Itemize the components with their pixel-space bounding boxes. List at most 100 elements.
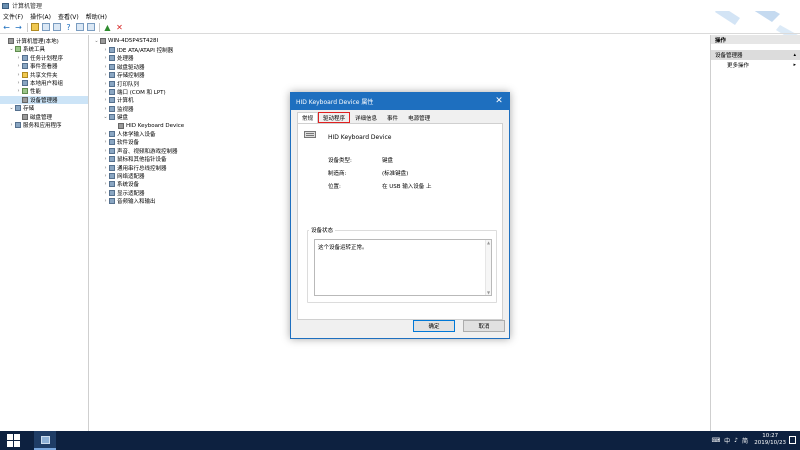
device-category[interactable]: ⌄ 键盘 <box>103 113 128 121</box>
expand-right-icon[interactable]: › <box>103 47 108 53</box>
tree-item[interactable]: 计算机管理(本地) <box>0 37 88 45</box>
device-status-textbox[interactable]: 这个设备运转正常。 ▲ ▼ <box>314 239 492 296</box>
forward-arrow-icon[interactable]: → <box>14 23 23 32</box>
device-category[interactable]: › 打印队列 <box>103 80 139 88</box>
expand-right-icon[interactable]: › <box>16 72 21 78</box>
keyboard-tray-icon[interactable]: ⌨ <box>711 437 720 444</box>
show-hide-tree-icon[interactable] <box>42 23 50 31</box>
clock[interactable]: 10:27 2019/10/23 <box>754 433 786 447</box>
help-icon[interactable]: ? <box>64 23 73 32</box>
device-category[interactable]: › 声音、视频和游戏控制器 <box>103 147 178 155</box>
expand-down-icon[interactable]: ⌄ <box>9 105 14 111</box>
cancel-button[interactable]: 取消 <box>463 320 505 332</box>
device-category[interactable]: › 人体学输入设备 <box>103 130 156 138</box>
expand-right-icon[interactable]: › <box>103 55 108 61</box>
tree-item[interactable]: › 本地用户和组 <box>0 79 88 87</box>
input-mode-simplified[interactable]: 简 <box>742 436 748 445</box>
device-category[interactable]: › 音频输入和输出 <box>103 197 156 205</box>
device-tree-root[interactable]: ⌄ WIN-4D5P4ST428I <box>94 37 158 45</box>
properties-icon[interactable] <box>53 23 61 31</box>
menu-action[interactable]: 操作(A) <box>30 12 51 21</box>
back-arrow-icon[interactable]: ← <box>2 23 11 32</box>
monitor-icon[interactable] <box>87 23 95 31</box>
notification-icon[interactable] <box>789 436 796 444</box>
device-category[interactable]: › 磁盘驱动器 <box>103 63 145 71</box>
expand-right-icon[interactable]: › <box>16 63 21 69</box>
ok-button[interactable]: 确定 <box>413 320 455 332</box>
status-scrollbar[interactable]: ▲ ▼ <box>485 240 491 295</box>
expand-down-icon[interactable]: ⌄ <box>9 46 14 52</box>
expand-right-icon[interactable]: › <box>103 131 108 137</box>
dialog-title-bar: HID Keyboard Device 属性 ✕ <box>291 93 509 110</box>
expand-right-icon[interactable]: › <box>103 81 108 87</box>
collapse-caret-icon[interactable]: ▴ <box>793 52 796 58</box>
tab-events[interactable]: 事件 <box>382 112 403 123</box>
expand-right-icon[interactable]: › <box>103 89 108 95</box>
expand-right-icon[interactable]: › <box>16 55 21 61</box>
device-category[interactable]: › IDE ATA/ATAPI 控制器 <box>103 46 173 54</box>
actions-section-device-manager[interactable]: 设备管理器 ▴ <box>711 50 800 60</box>
menu-file[interactable]: 文件(F) <box>3 12 23 21</box>
scroll-up-icon[interactable]: ▲ <box>487 240 490 245</box>
tab-general[interactable]: 常规 <box>297 112 319 123</box>
device-category[interactable]: › 监视器 <box>103 105 134 113</box>
console-icon[interactable] <box>76 23 84 31</box>
device-category[interactable]: › 系统设备 <box>103 180 139 188</box>
device-category[interactable]: › 计算机 <box>103 96 134 104</box>
device-category[interactable]: › 通用串行总线控制器 <box>103 164 167 172</box>
tree-item[interactable]: › 共享文件夹 <box>0 71 88 79</box>
tree-item[interactable]: 设备管理器 <box>0 95 88 104</box>
users-icon <box>22 80 28 86</box>
device-status-group: 这个设备运转正常。 ▲ ▼ <box>307 230 497 303</box>
expand-right-icon[interactable]: › <box>103 72 108 78</box>
expand-right-icon[interactable]: › <box>103 139 108 145</box>
update-driver-icon[interactable]: ▲ <box>103 23 112 32</box>
expand-right-icon[interactable]: › <box>103 198 108 204</box>
close-icon[interactable]: ✕ <box>494 96 504 106</box>
device-category[interactable]: › 处理器 <box>103 54 134 62</box>
tab-details[interactable]: 详细信息 <box>350 112 382 123</box>
expand-right-icon[interactable]: › <box>103 190 108 196</box>
expand-right-icon[interactable]: › <box>103 97 108 103</box>
volume-icon[interactable]: ♪ <box>734 437 738 444</box>
tree-item[interactable]: › 事件查看器 <box>0 62 88 70</box>
menu-view[interactable]: 查看(V) <box>58 12 79 21</box>
expand-right-icon[interactable]: › <box>103 165 108 171</box>
manufacturer-label: 制造商: <box>328 171 347 177</box>
tree-item[interactable]: ⌄ 系统工具 <box>0 45 88 53</box>
expand-right-icon[interactable]: › <box>103 156 108 162</box>
tab-driver[interactable]: 驱动程序 <box>318 112 351 123</box>
device-category[interactable]: › 端口 (COM 和 LPT) <box>103 88 166 96</box>
scroll-down-icon[interactable]: ▼ <box>487 290 490 295</box>
expand-right-icon[interactable]: › <box>103 106 108 112</box>
device-category[interactable]: › 软件设备 <box>103 138 139 146</box>
input-mode-chinese[interactable]: 中 <box>724 436 730 445</box>
menu-help[interactable]: 帮助(H) <box>86 12 107 21</box>
tree-item-label: 存储 <box>23 106 35 113</box>
tree-item[interactable]: › 任务计划程序 <box>0 54 88 62</box>
expand-down-icon[interactable]: ⌄ <box>94 38 99 44</box>
expand-right-icon[interactable]: › <box>16 80 21 86</box>
expand-right-icon[interactable]: › <box>103 148 108 154</box>
tree-item[interactable]: 磁盘管理 <box>0 113 88 121</box>
expand-down-icon[interactable]: ⌄ <box>103 114 108 120</box>
up-folder-icon[interactable] <box>31 23 39 31</box>
device-item[interactable]: HID Keyboard Device <box>112 122 184 130</box>
windows-start-icon[interactable] <box>6 434 20 448</box>
more-actions-link[interactable]: 更多操作 ▸ <box>711 60 800 70</box>
uninstall-icon[interactable]: ✕ <box>115 23 124 32</box>
device-category[interactable]: › 网络适配器 <box>103 172 145 180</box>
tree-item[interactable]: › 服务和应用程序 <box>0 121 88 129</box>
expand-right-icon[interactable]: › <box>103 181 108 187</box>
device-category[interactable]: › 鼠标和其他指针设备 <box>103 155 167 163</box>
tab-power-management[interactable]: 电源管理 <box>403 112 435 123</box>
expand-right-icon[interactable]: › <box>16 88 21 94</box>
taskbar-app-computer-management[interactable] <box>34 431 56 450</box>
device-category[interactable]: › 存储控制器 <box>103 71 145 79</box>
tree-item[interactable]: ⌄ 存储 <box>0 104 88 112</box>
device-category[interactable]: › 显示适配器 <box>103 189 145 197</box>
expand-right-icon[interactable]: › <box>103 173 108 179</box>
expand-right-icon[interactable]: › <box>9 122 14 128</box>
expand-right-icon[interactable]: › <box>103 64 108 70</box>
tree-item[interactable]: › 性能 <box>0 87 88 95</box>
